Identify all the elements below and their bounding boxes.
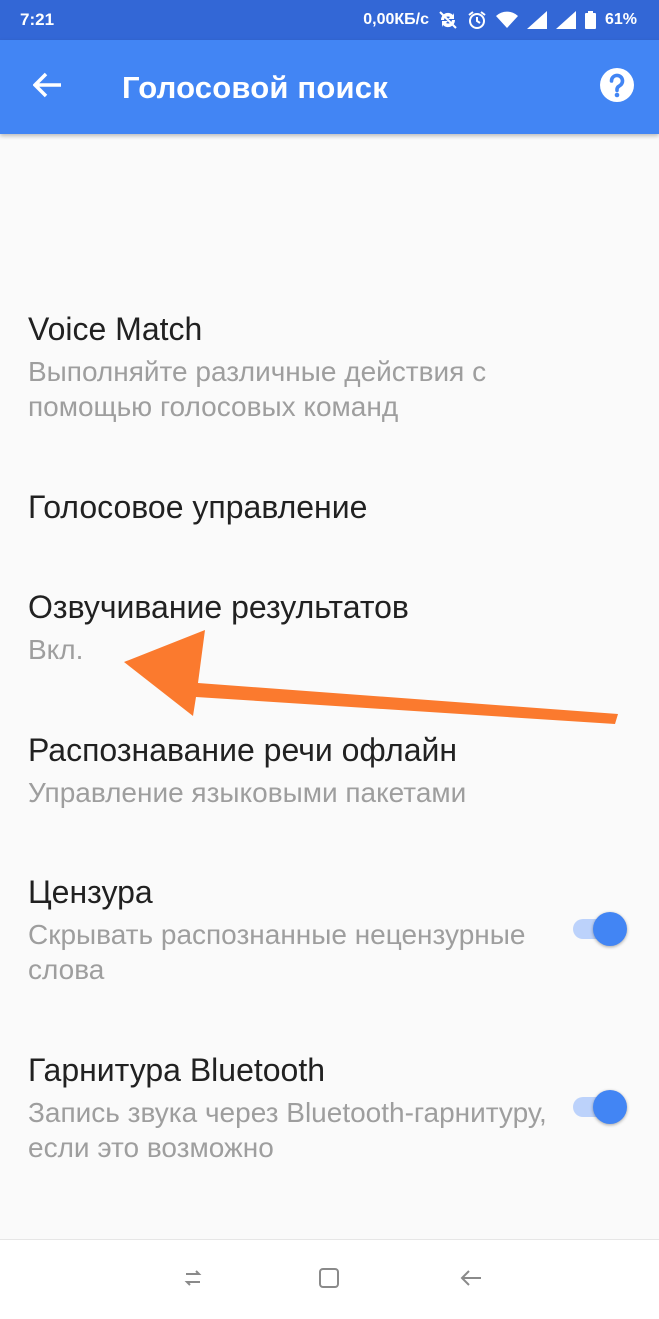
back-button[interactable] [24, 63, 72, 111]
home-icon [317, 1267, 341, 1294]
recent-apps-icon [181, 1268, 205, 1293]
help-button[interactable] [599, 67, 639, 107]
setting-title: Голосовое управление [28, 489, 368, 525]
setting-subtitle: Управление языковыми пакетами [28, 777, 467, 808]
setting-title: Распознавание речи офлайн [28, 732, 458, 768]
toggle-thumb [593, 912, 627, 946]
bluetooth-headset-toggle[interactable] [573, 1087, 627, 1127]
setting-censorship[interactable]: Цензура Скрывать распознанные нецензурны… [28, 872, 568, 987]
setting-title: Цензура [28, 874, 153, 910]
censorship-toggle[interactable] [573, 909, 627, 949]
back-icon [459, 1268, 483, 1293]
setting-offline-recognition[interactable]: Распознавание речи офлайн Управление язы… [28, 730, 568, 810]
app-bar: Голосовой поиск [0, 40, 659, 134]
setting-bluetooth-headset[interactable]: Гарнитура Bluetooth Запись звука через B… [28, 1050, 568, 1165]
nav-back-button[interactable] [451, 1260, 491, 1300]
setting-voice-match[interactable]: Voice Match Выполняйте различные действи… [28, 309, 568, 424]
toggle-thumb [593, 1090, 627, 1124]
setting-subtitle: Запись звука через Bluetooth-гарнитуру, … [28, 1097, 547, 1163]
wifi-icon [495, 11, 518, 29]
status-time: 7:21 [20, 10, 55, 29]
setting-voice-control[interactable]: Голосовое управление [28, 487, 568, 527]
setting-subtitle: Вкл. [28, 634, 84, 665]
setting-subtitle: Выполняйте различные действия с помощью … [28, 356, 487, 422]
page-title: Голосовой поиск [122, 70, 388, 105]
setting-title: Гарнитура Bluetooth [28, 1052, 326, 1088]
signal-icon [526, 11, 547, 29]
alarm-icon [467, 10, 487, 30]
signal-icon [555, 11, 576, 29]
no-sync-icon [438, 10, 458, 30]
navigation-bar [0, 1239, 659, 1319]
setting-subtitle: Скрывать распознанные нецензурные слова [28, 919, 526, 985]
status-icons: 0,00КБ/с 61% [354, 10, 637, 30]
help-icon [599, 68, 635, 107]
battery-percent: 61% [604, 11, 637, 28]
setting-title: Озвучивание результатов [28, 589, 409, 625]
setting-title: Voice Match [28, 311, 203, 347]
battery-icon [584, 11, 596, 29]
setting-speech-output[interactable]: Озвучивание результатов Вкл. [28, 587, 568, 667]
home-button[interactable] [309, 1260, 349, 1300]
arrow-back-icon [32, 72, 63, 103]
recent-apps-button[interactable] [173, 1260, 213, 1300]
status-bar: 7:21 0,00КБ/с 61% [0, 0, 659, 40]
network-speed: 0,00КБ/с [363, 11, 429, 28]
